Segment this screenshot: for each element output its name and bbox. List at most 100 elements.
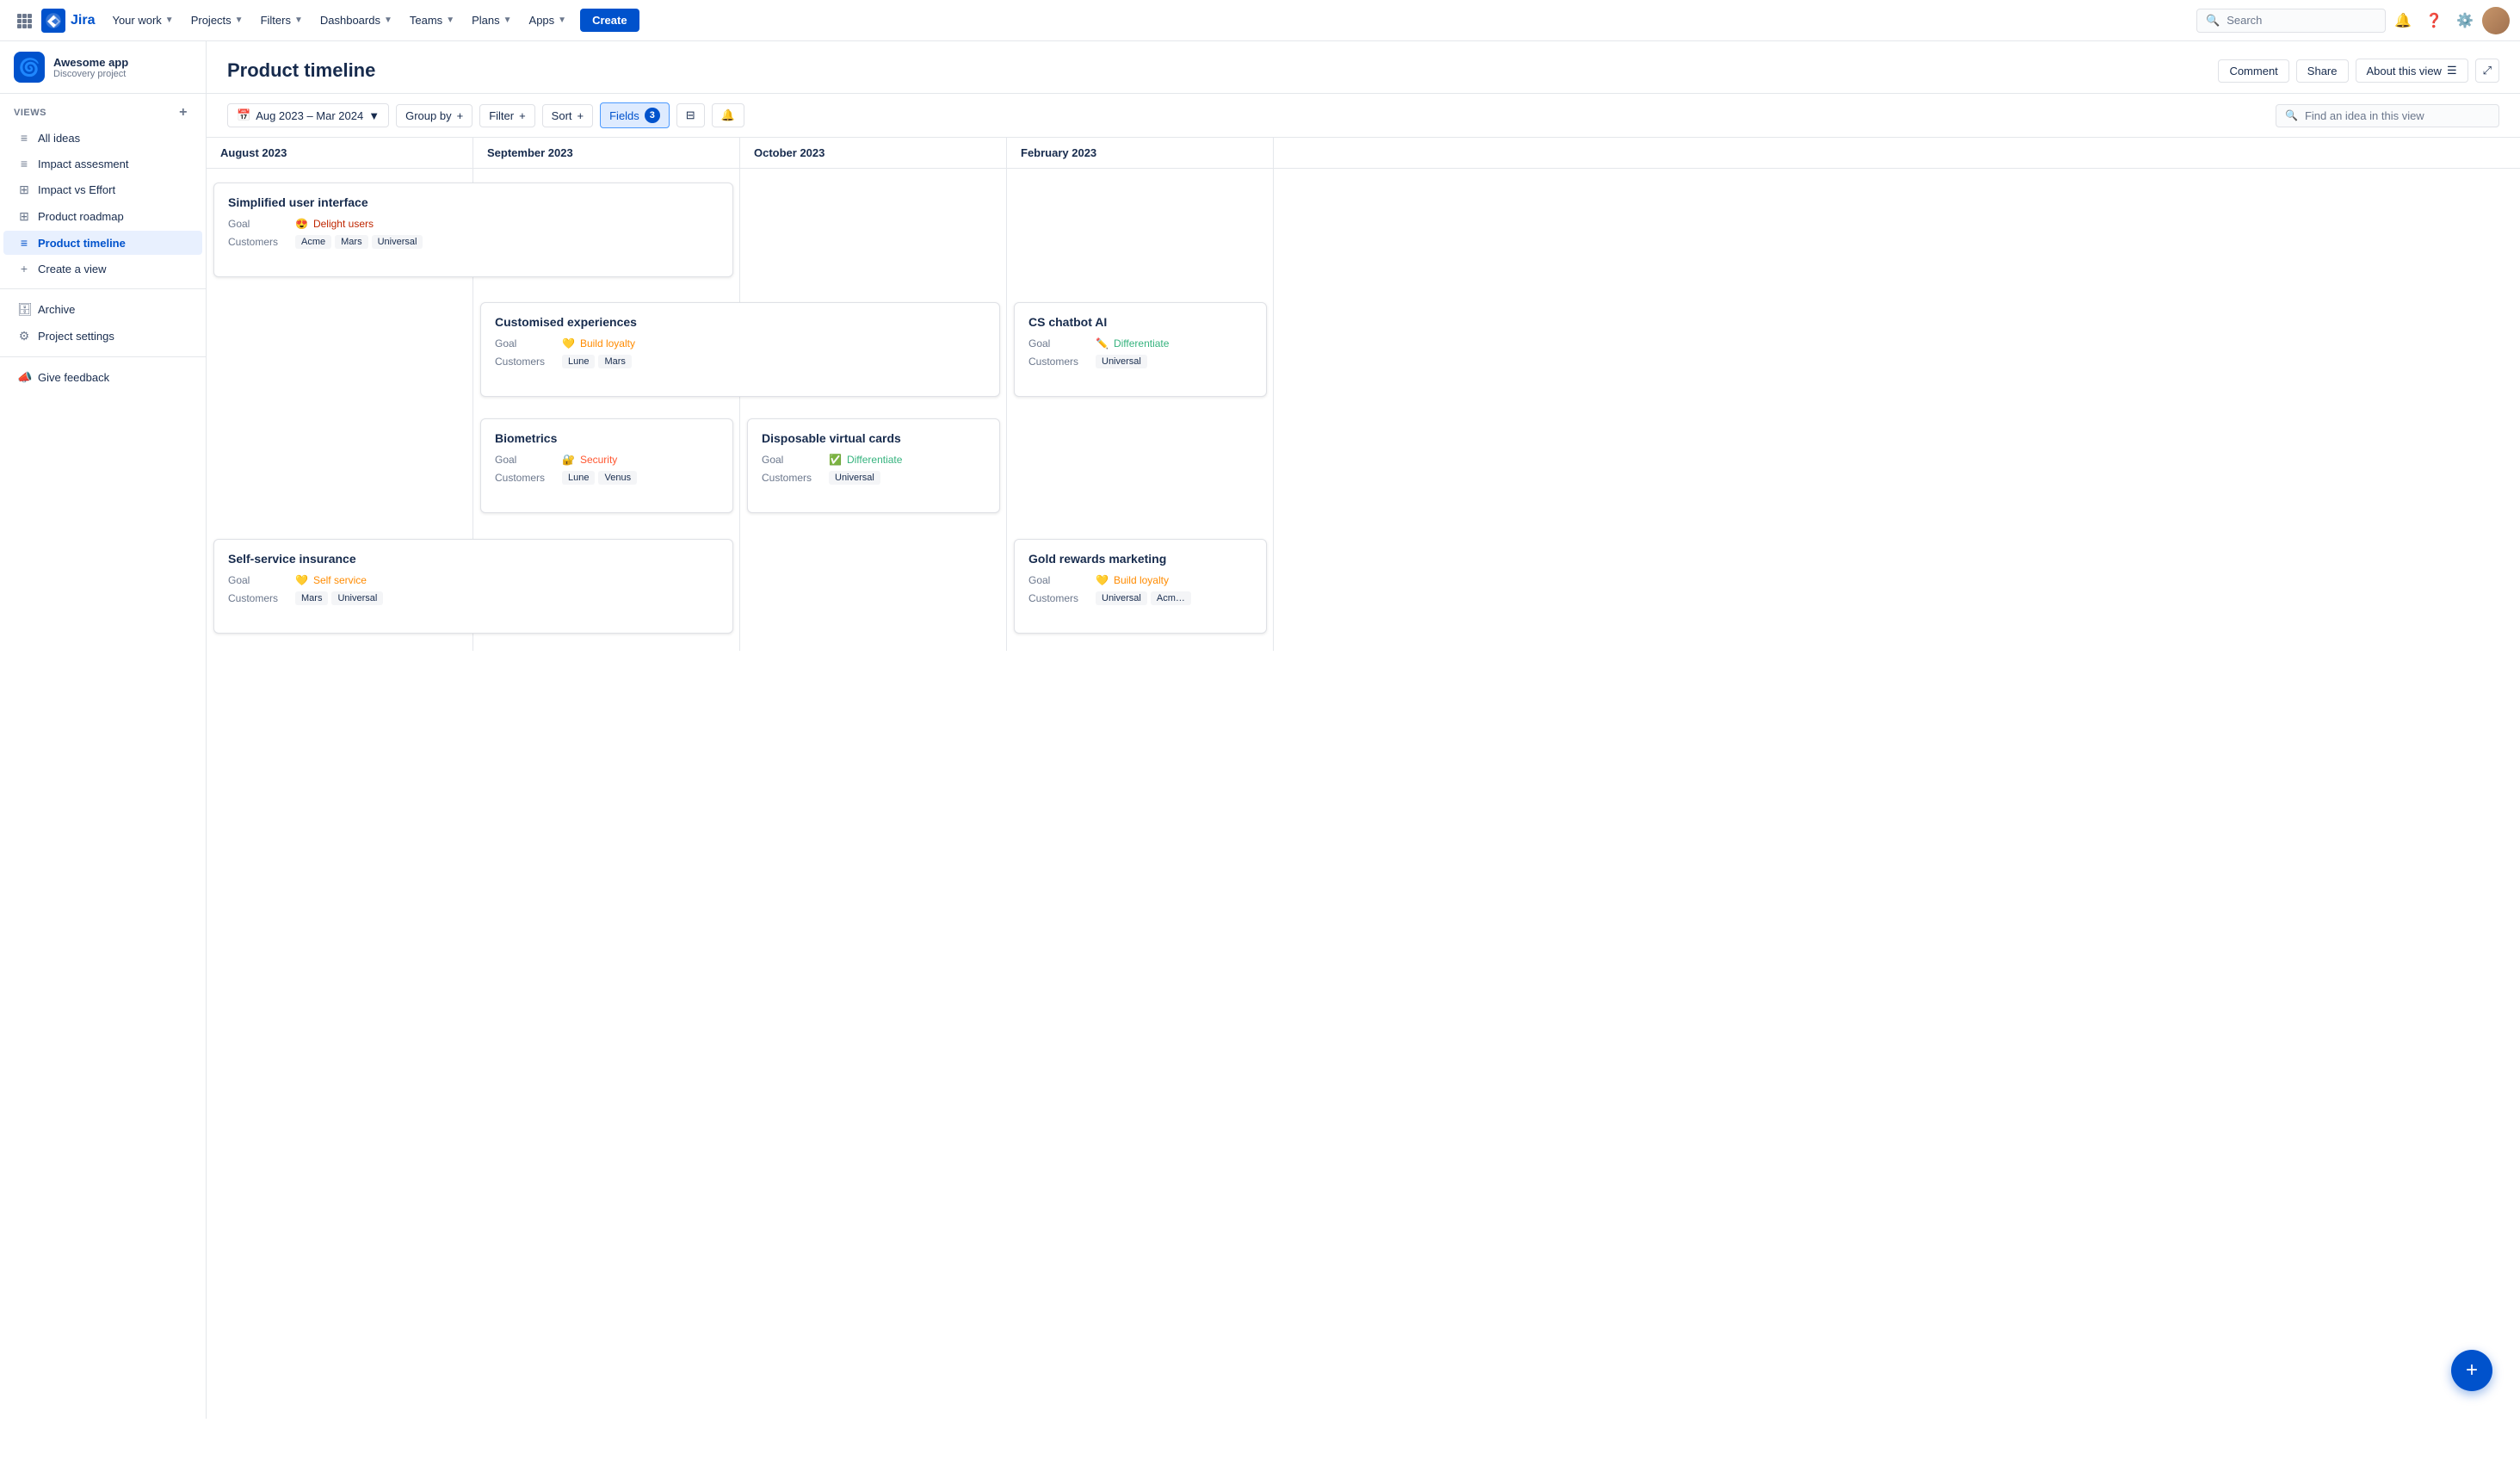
notification-button[interactable]: 🔔 — [712, 103, 744, 127]
project-header[interactable]: 🌀 Awesome app Discovery project — [0, 41, 206, 94]
toolbar: 📅 Aug 2023 – Mar 2024 ▼ Group by + Filte… — [207, 94, 2520, 138]
card-goal: 💛 Build loyalty — [562, 337, 635, 350]
customers-list: AcmeMarsUniversal — [295, 235, 423, 249]
sidebar-item-archive[interactable]: 🗄 Archive — [3, 297, 202, 322]
timeline-header: August 2023September 2023October 2023Feb… — [207, 138, 2520, 169]
customers-label: Customers — [228, 592, 288, 604]
fields-button[interactable]: Fields 3 — [600, 102, 670, 128]
settings-icon[interactable]: ⚙️ — [2451, 7, 2479, 34]
card-goal: 🔐 Security — [562, 454, 617, 466]
goal-emoji: ✅ — [829, 454, 842, 466]
customers-label: Customers — [1028, 592, 1089, 604]
card-goal: ✅ Differentiate — [829, 454, 902, 466]
sidebar-item-all-ideas[interactable]: ≡ All ideas — [3, 126, 202, 150]
idea-card[interactable]: Biometrics Goal 🔐 Security Customers Lun… — [480, 418, 733, 513]
sidebar-item-impact-assessment[interactable]: ≡ Impact assesment — [3, 152, 202, 176]
archive-icon: 🗄 — [17, 302, 31, 317]
card-title: Self-service insurance — [228, 552, 719, 566]
goal-emoji: 😍 — [295, 218, 308, 230]
customers-label: Customers — [762, 472, 822, 484]
goal-label: Goal — [228, 574, 288, 586]
idea-card[interactable]: CS chatbot AI Goal ✏️ Differentiate Cust… — [1014, 302, 1267, 397]
sort-button[interactable]: Sort + — [542, 104, 593, 127]
goal-label: Goal — [495, 337, 555, 350]
timeline-month-header: February 2023 — [1007, 138, 1274, 168]
fields-count-badge: 3 — [645, 108, 660, 123]
chevron-down-icon: ▼ — [235, 15, 244, 25]
chevron-down-icon: ▼ — [294, 15, 303, 25]
customers-list: LuneMars — [562, 355, 632, 368]
nav-dashboards[interactable]: Dashboards ▼ — [313, 9, 399, 32]
goal-emoji: ✏️ — [1096, 337, 1109, 350]
expand-button[interactable]: ⤢ — [2475, 59, 2499, 83]
timeline-search[interactable]: 🔍 Find an idea in this view — [2276, 104, 2499, 127]
goal-label: Goal — [495, 454, 555, 466]
timeline-month-header: October 2023 — [740, 138, 1007, 168]
fab-button[interactable]: + — [2451, 1350, 2492, 1391]
content-area: Product timeline Comment Share About thi… — [207, 41, 2520, 1419]
nav-logo-text: Jira — [71, 13, 95, 28]
customer-tag: Mars — [598, 355, 631, 368]
project-type: Discovery project — [53, 69, 128, 79]
customer-tag: Lune — [562, 355, 595, 368]
customer-tag: Universal — [331, 591, 383, 605]
jira-logo[interactable]: Jira — [41, 9, 95, 33]
help-icon[interactable]: ❓ — [2420, 7, 2448, 34]
timeline-grid-col — [740, 169, 1007, 651]
customer-tag: Lune — [562, 471, 595, 485]
sidebar: 🌀 Awesome app Discovery project VIEWS + … — [0, 41, 207, 1419]
list-icon: ≡ — [17, 131, 31, 145]
idea-card[interactable]: Self-service insurance Goal 💛 Self servi… — [213, 539, 733, 634]
menu-icon: ☰ — [2447, 64, 2457, 77]
display-button[interactable]: ⊟ — [676, 103, 705, 127]
nav-filters[interactable]: Filters ▼ — [254, 9, 310, 32]
nav-apps[interactable]: Apps ▼ — [522, 9, 574, 32]
idea-card[interactable]: Customised experiences Goal 💛 Build loya… — [480, 302, 1000, 397]
nav-plans[interactable]: Plans ▼ — [465, 9, 518, 32]
customer-tag: Universal — [372, 235, 423, 249]
idea-card[interactable]: Disposable virtual cards Goal ✅ Differen… — [747, 418, 1000, 513]
customers-list: LuneVenus — [562, 471, 637, 485]
sidebar-item-product-roadmap[interactable]: ⊞ Product roadmap — [3, 204, 202, 229]
sidebar-item-give-feedback[interactable]: 📣 Give feedback — [3, 365, 202, 390]
customer-tag: Mars — [335, 235, 368, 249]
card-title: Disposable virtual cards — [762, 431, 985, 445]
project-icon: 🌀 — [14, 52, 45, 83]
goal-label: Goal — [1028, 337, 1089, 350]
search-bar[interactable]: 🔍 Search — [2196, 9, 2386, 33]
notifications-icon[interactable]: 🔔 — [2389, 7, 2417, 34]
grid-menu-icon[interactable] — [10, 7, 38, 34]
group-by-button[interactable]: Group by + — [396, 104, 472, 127]
customer-tag: Universal — [1096, 355, 1147, 368]
chevron-down-icon: ▼ — [446, 15, 454, 25]
card-title: Simplified user interface — [228, 195, 719, 209]
date-range-button[interactable]: 📅 Aug 2023 – Mar 2024 ▼ — [227, 103, 389, 127]
idea-card[interactable]: Simplified user interface Goal 😍 Delight… — [213, 182, 733, 277]
card-goal: ✏️ Differentiate — [1096, 337, 1169, 350]
goal-emoji: 💛 — [562, 337, 575, 350]
sidebar-item-product-timeline[interactable]: ≡ Product timeline — [3, 231, 202, 255]
sidebar-item-project-settings[interactable]: ⚙ Project settings — [3, 324, 202, 349]
sidebar-item-impact-vs-effort[interactable]: ⊞ Impact vs Effort — [3, 177, 202, 202]
nav-your-work[interactable]: Your work ▼ — [105, 9, 180, 32]
chevron-down-icon: ▼ — [165, 15, 174, 25]
create-button[interactable]: Create — [580, 9, 639, 32]
card-goal: 💛 Self service — [295, 574, 367, 586]
customers-list: Universal — [829, 471, 880, 485]
main-layout: 🌀 Awesome app Discovery project VIEWS + … — [0, 41, 2520, 1419]
plus-icon: + — [457, 109, 464, 122]
filter-button[interactable]: Filter + — [479, 104, 534, 127]
about-button[interactable]: About this view ☰ — [2356, 59, 2468, 83]
goal-emoji: 💛 — [1096, 574, 1109, 586]
avatar[interactable] — [2482, 7, 2510, 34]
comment-button[interactable]: Comment — [2218, 59, 2288, 83]
add-view-icon[interactable]: + — [175, 104, 192, 121]
idea-card[interactable]: Gold rewards marketing Goal 💛 Build loya… — [1014, 539, 1267, 634]
nav-projects[interactable]: Projects ▼ — [184, 9, 250, 32]
list-icon: ≡ — [17, 157, 31, 170]
nav-teams[interactable]: Teams ▼ — [403, 9, 461, 32]
page-title: Product timeline — [227, 59, 375, 82]
sidebar-item-create-view[interactable]: + Create a view — [3, 257, 202, 281]
search-icon: 🔍 — [2285, 109, 2298, 121]
share-button[interactable]: Share — [2296, 59, 2349, 83]
